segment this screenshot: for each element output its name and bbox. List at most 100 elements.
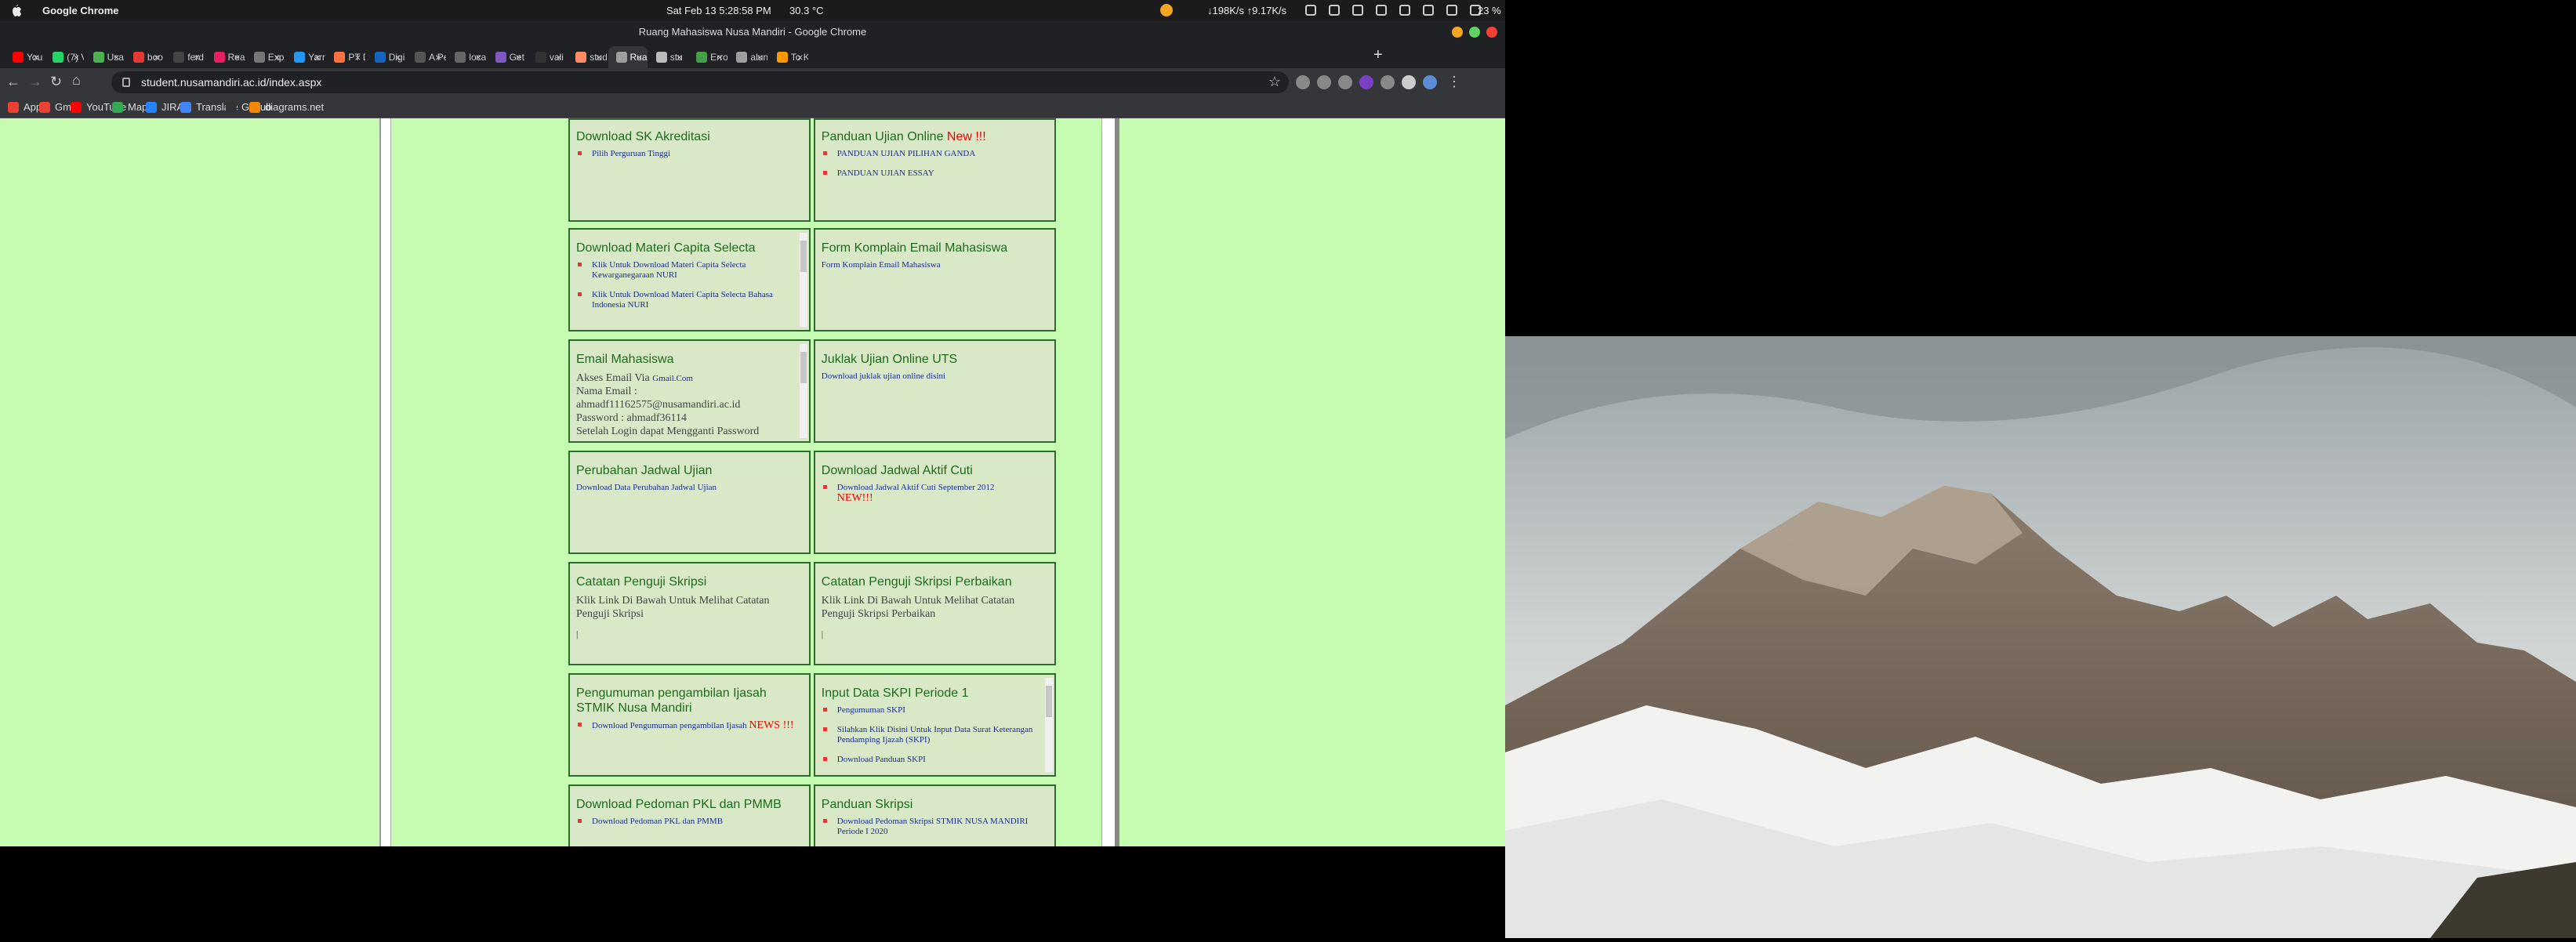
tab-close-icon[interactable]: ×: [113, 46, 119, 68]
url-text[interactable]: student.nusamandiri.ac.id/index.aspx: [141, 76, 321, 89]
tab-close-icon[interactable]: ×: [314, 46, 321, 68]
tab-close-icon[interactable]: ×: [395, 46, 401, 68]
minimize-button[interactable]: [1452, 27, 1463, 38]
battery-percent[interactable]: 23 %: [1478, 5, 1501, 16]
komplain-link[interactable]: Form Komplain Email Mahasiswa: [822, 260, 1048, 270]
list-item-link[interactable]: Download Pedoman Skripsi STMIK NUSA MAND…: [822, 817, 1048, 837]
tab-close-icon[interactable]: ×: [636, 46, 642, 68]
tab-close-icon[interactable]: ×: [475, 46, 481, 68]
reload-button[interactable]: ↻: [50, 74, 62, 90]
discord-icon[interactable]: [1352, 5, 1363, 16]
tab-close-icon[interactable]: ×: [797, 46, 804, 68]
tab-close-icon[interactable]: ×: [515, 46, 521, 68]
browser-tab[interactable]: Erro ×: [688, 46, 727, 68]
bookmark-jira[interactable]: JIRA: [146, 101, 183, 113]
scrollbar-thumb[interactable]: [800, 352, 807, 383]
tab-close-icon[interactable]: ×: [274, 46, 281, 68]
menubar-clock[interactable]: Sat Feb 13 5:28:58 PM: [666, 5, 771, 16]
wifi-icon[interactable]: [1399, 5, 1410, 16]
lock-icon[interactable]: [122, 78, 130, 87]
clipboard-icon[interactable]: [1329, 5, 1340, 16]
tab-close-icon[interactable]: ×: [154, 46, 160, 68]
browser-tab[interactable]: (7) V×: [45, 46, 84, 68]
browser-tab[interactable]: Rea ×: [206, 46, 245, 68]
apple-menu-icon[interactable]: [9, 3, 22, 17]
browser-tab[interactable]: stu ×: [648, 46, 688, 68]
list-item-link[interactable]: Klik Untuk Download Materi Capita Select…: [576, 290, 795, 310]
extension-icon[interactable]: [1317, 75, 1331, 89]
cuti-link-text[interactable]: Download Jadwal Aktif Cuti September 201…: [837, 483, 995, 492]
list-item-link[interactable]: PANDUAN UJIAN ESSAY: [822, 168, 1048, 179]
list-item-link[interactable]: Download Panduan SKPI: [822, 755, 1040, 765]
mountain-wallpaper-image: [1505, 336, 2576, 938]
extension-icon[interactable]: [1381, 75, 1395, 89]
tab-close-icon[interactable]: ×: [435, 46, 441, 68]
scrollbar-thumb[interactable]: [800, 241, 807, 272]
bookmark-star-icon[interactable]: ☆: [1268, 74, 1281, 90]
profile-avatar[interactable]: [1423, 75, 1437, 89]
list-item-link[interactable]: Silahkan Klik Disini Untuk Input Data Su…: [822, 725, 1040, 745]
chrome-tray-icon[interactable]: [1160, 4, 1173, 16]
home-button[interactable]: ⌂: [72, 72, 81, 89]
camera-icon[interactable]: [1305, 5, 1316, 16]
jadwal-link[interactable]: Download Data Perubahan Jadwal Ujian: [576, 483, 803, 493]
browser-tab[interactable]: A Pe×: [407, 46, 446, 68]
panel-scrollbar[interactable]: [1045, 678, 1054, 772]
browser-tab[interactable]: Yarr ×: [286, 46, 325, 68]
browser-tab[interactable]: ferd ×: [165, 46, 205, 68]
weather-readout[interactable]: 30.3 °C: [789, 5, 824, 16]
browser-tab[interactable]: Digi ×: [367, 46, 406, 68]
list-item-link[interactable]: Klik Untuk Download Materi Capita Select…: [576, 260, 795, 281]
volume-icon[interactable]: [1446, 5, 1457, 16]
list-item-link[interactable]: Download Pengumuman pengambilan Ijasah N…: [576, 720, 803, 731]
settings-icon[interactable]: [1376, 5, 1387, 16]
list-item-link[interactable]: Pengumuman SKPI: [822, 705, 1040, 716]
extension-icon[interactable]: [1338, 75, 1352, 89]
browser-tab[interactable]: To K ×: [769, 46, 808, 68]
tab-close-icon[interactable]: ×: [194, 46, 200, 68]
browser-tab[interactable]: boo ×: [125, 46, 165, 68]
list-item-link[interactable]: Download Pedoman PKL dan PMMB: [576, 817, 803, 827]
bluetooth-icon[interactable]: [1423, 5, 1434, 16]
panel-scrollbar[interactable]: [800, 233, 808, 327]
list-item-link[interactable]: Download Jadwal Aktif Cuti September 201…: [822, 483, 1048, 504]
browser-tab[interactable]: loca ×: [447, 46, 486, 68]
active-app-name[interactable]: Google Chrome: [42, 5, 119, 16]
browser-tab[interactable]: PT D×: [326, 46, 365, 68]
browser-tab[interactable]: alun ×: [728, 46, 767, 68]
browser-tab[interactable]: Rua ×: [608, 46, 648, 68]
bookmark-diagramsnet[interactable]: diagrams.net: [249, 101, 324, 113]
browser-tab[interactable]: vali ×: [528, 46, 567, 68]
panel-scrollbar[interactable]: [800, 344, 808, 438]
tab-close-icon[interactable]: ×: [717, 46, 723, 68]
close-window-button[interactable]: [1486, 27, 1497, 38]
browser-tab[interactable]: You ×: [5, 46, 44, 68]
scrollbar-thumb[interactable]: [1046, 686, 1053, 717]
tab-close-icon[interactable]: ×: [596, 46, 602, 68]
list-item-link[interactable]: PANDUAN UJIAN PILIHAN GANDA: [822, 149, 1048, 159]
browser-tab[interactable]: Usa ×: [85, 46, 125, 68]
tab-close-icon[interactable]: ×: [756, 46, 763, 68]
tab-close-icon[interactable]: ×: [234, 46, 240, 68]
forward-button[interactable]: →: [28, 74, 42, 90]
extension-icon[interactable]: [1359, 75, 1373, 89]
browser-tab[interactable]: Exp ×: [246, 46, 285, 68]
address-bar[interactable]: student.nusamandiri.ac.id/index.aspx ☆: [111, 71, 1289, 93]
extension-icon[interactable]: [1296, 75, 1310, 89]
tab-close-icon[interactable]: ×: [556, 46, 562, 68]
tab-close-icon[interactable]: ×: [677, 46, 683, 68]
browser-tab[interactable]: stud ×: [568, 46, 607, 68]
chrome-menu-icon[interactable]: ⋮: [1447, 74, 1461, 90]
back-button[interactable]: ←: [6, 74, 20, 90]
gmail-link[interactable]: Gmail.Com: [652, 374, 693, 383]
juklak-link[interactable]: Download juklak ujian online disini: [822, 371, 1048, 382]
tab-close-icon[interactable]: ×: [33, 46, 39, 68]
maximize-button[interactable]: [1469, 27, 1480, 38]
tab-close-icon[interactable]: ×: [73, 46, 79, 68]
extensions-puzzle-icon[interactable]: [1402, 75, 1416, 89]
ijasah-link-text[interactable]: Download Pengumuman pengambilan Ijasah: [592, 721, 749, 730]
list-item-link[interactable]: Pilih Perguruan Tinggi: [576, 149, 803, 159]
new-tab-button[interactable]: +: [1373, 46, 1383, 64]
tab-close-icon[interactable]: ×: [354, 46, 361, 68]
browser-tab[interactable]: Get ×: [488, 46, 527, 68]
